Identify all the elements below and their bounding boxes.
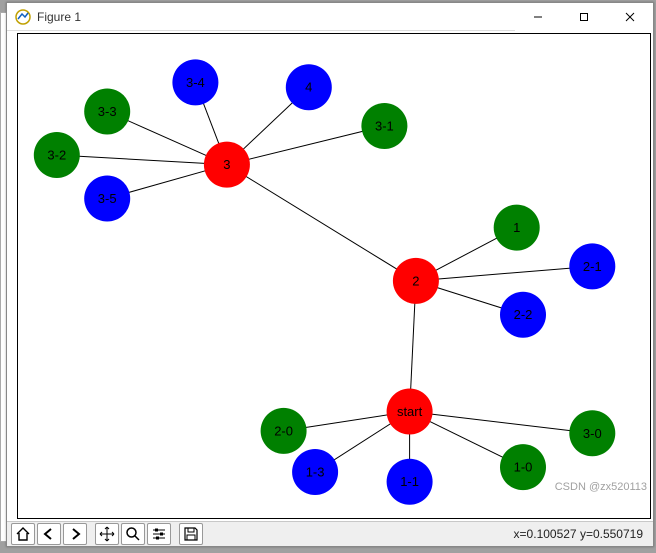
graph-node-3-1: 3-1 (361, 103, 407, 149)
svg-text:start: start (397, 404, 423, 419)
graph-edge (227, 126, 385, 165)
graph-node-3-3: 3-3 (84, 88, 130, 134)
svg-text:1-1: 1-1 (400, 474, 419, 489)
window-title: Figure 1 (37, 10, 515, 24)
graph-node-1-3: 1-3 (292, 449, 338, 495)
svg-text:1-0: 1-0 (514, 460, 533, 475)
graph-node-3-5: 3-5 (84, 176, 130, 222)
nav-tool-group (11, 523, 87, 545)
graph-node-1: 1 (494, 205, 540, 251)
maximize-button[interactable] (561, 3, 607, 31)
graph-node-start: start (387, 389, 433, 435)
minimize-button[interactable] (515, 3, 561, 31)
home-button[interactable] (11, 523, 35, 545)
zoom-button[interactable] (121, 523, 145, 545)
graph-edge (57, 155, 227, 165)
toolbar: x=0.100527 y=0.550719 (7, 521, 653, 546)
svg-text:3-1: 3-1 (375, 118, 394, 133)
svg-text:2-0: 2-0 (274, 423, 293, 438)
figure-window: Figure 1 start 2 3 4 1 2-1 2-2 2-0 1-3 1-1 1-0 3-0 3… (6, 2, 654, 547)
close-button[interactable] (607, 3, 653, 31)
window-controls (515, 3, 653, 30)
svg-text:1-3: 1-3 (306, 465, 325, 480)
svg-text:4: 4 (305, 80, 312, 95)
graph-node-1-0: 1-0 (500, 444, 546, 490)
graph-edge (410, 412, 593, 434)
app-icon (15, 9, 31, 25)
pan-button[interactable] (95, 523, 119, 545)
svg-text:3-0: 3-0 (583, 426, 602, 441)
graph-node-3-2: 3-2 (34, 132, 80, 178)
graph-edge (227, 165, 416, 281)
save-tool-group (179, 523, 203, 545)
svg-text:3-2: 3-2 (47, 148, 66, 163)
graph-node-3-0: 3-0 (569, 410, 615, 456)
graph-node-1-1: 1-1 (387, 459, 433, 505)
graph-node-4: 4 (286, 64, 332, 110)
svg-text:2: 2 (412, 273, 419, 288)
graph-node-2-0: 2-0 (261, 408, 307, 454)
graph-node-2-2: 2-2 (500, 292, 546, 338)
svg-text:2-1: 2-1 (583, 259, 602, 274)
graph-node-3: 3 (204, 142, 250, 188)
configure-button[interactable] (147, 523, 171, 545)
title-bar: Figure 1 (7, 3, 653, 31)
graph-node-2-1: 2-1 (569, 243, 615, 289)
back-button[interactable] (37, 523, 61, 545)
canvas-area: start 2 3 4 1 2-1 2-2 2-0 1-3 1-1 1-0 3-0 3-1 3-2 3-3 3… (7, 31, 653, 521)
save-button[interactable] (179, 523, 203, 545)
forward-button[interactable] (63, 523, 87, 545)
svg-text:1: 1 (513, 220, 520, 235)
graph-node-2: 2 (393, 258, 439, 304)
svg-text:3: 3 (223, 157, 230, 172)
graph-node-3-4: 3-4 (172, 59, 218, 105)
svg-text:3-3: 3-3 (98, 104, 117, 119)
cursor-coords: x=0.100527 y=0.550719 (514, 527, 649, 541)
network-graph: start 2 3 4 1 2-1 2-2 2-0 1-3 1-1 1-0 3-0 3-1 3-2 3-3 3… (18, 34, 650, 518)
svg-text:2-2: 2-2 (514, 307, 533, 322)
plot-axes[interactable]: start 2 3 4 1 2-1 2-2 2-0 1-3 1-1 1-0 3-0 3-1 3-2 3-3 3… (17, 33, 651, 519)
svg-text:3-5: 3-5 (98, 191, 117, 206)
view-tool-group (95, 523, 171, 545)
graph-edge (416, 266, 592, 281)
svg-text:3-4: 3-4 (186, 75, 205, 90)
